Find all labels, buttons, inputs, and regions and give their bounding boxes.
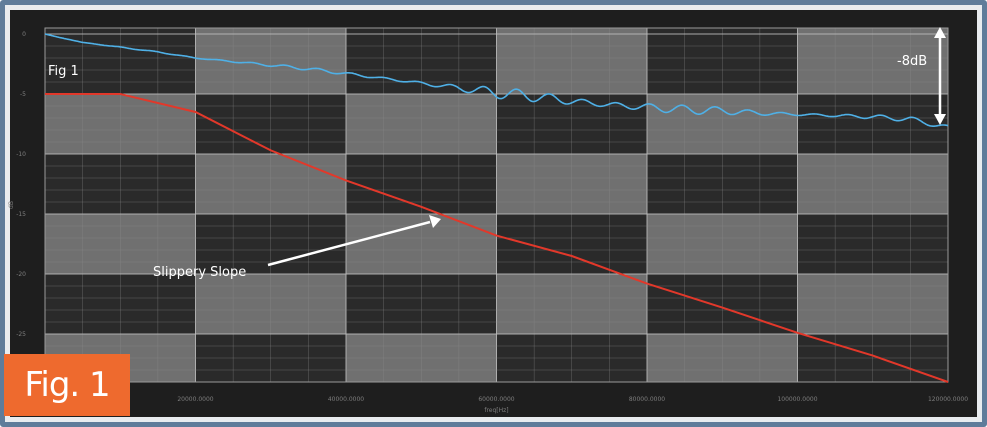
x-tick-label: 20000.0000 bbox=[177, 396, 213, 403]
y-tick-label: -15 bbox=[16, 211, 26, 218]
figure-badge: Fig. 1 bbox=[4, 354, 130, 416]
x-tick-label: 80000.0000 bbox=[629, 396, 665, 403]
frequency-response-chart: 0 -5 -10 -15 -20 -25 20000.0000 40000.0000 6000… bbox=[8, 10, 977, 417]
x-tick-label: 60000.0000 bbox=[478, 396, 514, 403]
slippery-slope-label: Slippery Slope bbox=[153, 265, 246, 280]
x-tick-label: 40000.0000 bbox=[328, 396, 364, 403]
x-tick-label: 120000.0000 bbox=[928, 396, 968, 403]
y-axis-label: dB bbox=[8, 201, 15, 209]
y-tick-label: -5 bbox=[20, 91, 26, 98]
y-tick-label: 0 bbox=[22, 31, 26, 38]
y-tick-label: -25 bbox=[16, 331, 26, 338]
minus-8db-label: -8dB bbox=[897, 54, 927, 69]
fig-1-annotation: Fig 1 bbox=[48, 64, 79, 79]
x-tick-label: 100000.0000 bbox=[777, 396, 817, 403]
y-tick-label: -20 bbox=[16, 271, 26, 278]
y-tick-label: -10 bbox=[16, 151, 26, 158]
x-axis-label: freq[Hz] bbox=[484, 407, 508, 414]
